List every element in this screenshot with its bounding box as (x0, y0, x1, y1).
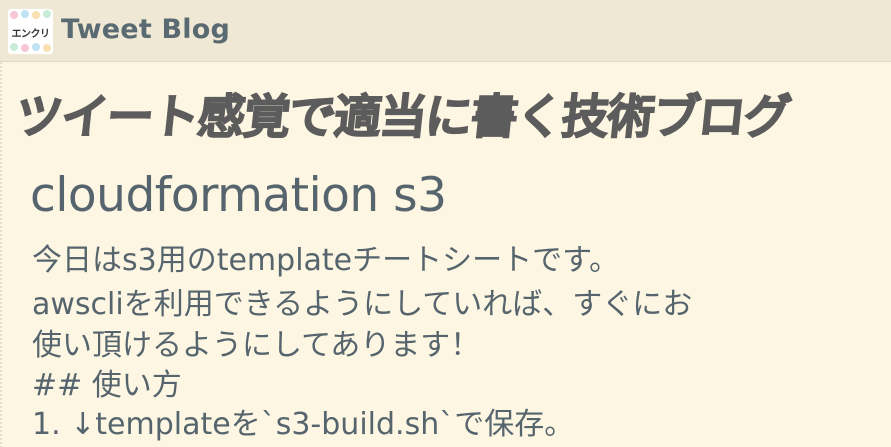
logo-text: エンクリ (11, 29, 51, 40)
site-brand[interactable]: Tweet Blog (61, 14, 230, 45)
post-body-line: awscliを利用できるようにしていれば、すぐにお (32, 287, 693, 322)
site-logo[interactable]: エンクリ (8, 9, 53, 54)
top-bar: エンクリ Tweet Blog (0, 0, 891, 62)
blog-banner-title[interactable]: ツイート感覚で適当に書く技術ブログ (12, 78, 794, 147)
post-body-line: 使い頂けるようにしてあります！ (32, 328, 481, 363)
post-title: cloudformation s3 (30, 168, 447, 223)
post-body-line: 今日はs3用のtemplateチートシートです。 (32, 243, 620, 278)
post-body-heading: ## 使い方 (32, 368, 182, 403)
post-body-line: 1. ↓templateを`s3-build.sh`で保存。 (32, 407, 575, 442)
page-edge-decoration (0, 62, 2, 447)
